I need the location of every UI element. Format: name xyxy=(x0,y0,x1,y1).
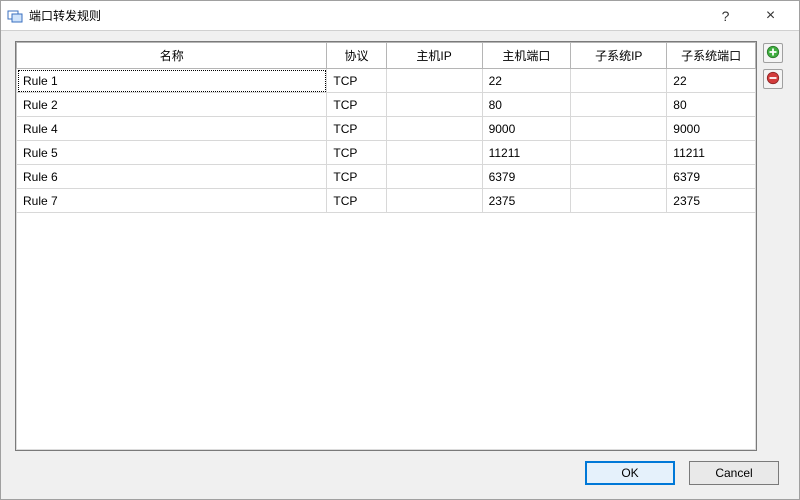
content-area: 名称 协议 主机IP 主机端口 子系统IP 子系统端口 Rule 1TCP222… xyxy=(1,31,799,457)
table-row[interactable]: Rule 6TCP 6379 6379 xyxy=(17,165,756,189)
cell-protocol[interactable]: TCP xyxy=(327,141,386,165)
table-header-row: 名称 协议 主机IP 主机端口 子系统IP 子系统端口 xyxy=(17,43,756,69)
cell-sub_ip[interactable] xyxy=(571,117,667,141)
cell-sub_port[interactable]: 11211 xyxy=(667,141,756,165)
cell-sub_ip[interactable] xyxy=(571,141,667,165)
add-rule-button[interactable] xyxy=(763,43,783,63)
table-row[interactable]: Rule 7TCP 2375 2375 xyxy=(17,189,756,213)
col-sub-ip[interactable]: 子系统IP xyxy=(571,43,667,69)
dialog-footer: OK Cancel xyxy=(1,457,799,499)
cell-host_ip[interactable] xyxy=(386,69,482,93)
cell-sub_port[interactable]: 80 xyxy=(667,93,756,117)
cell-host_port[interactable]: 22 xyxy=(482,69,571,93)
table-row[interactable]: Rule 2TCP 80 80 xyxy=(17,93,756,117)
cell-host_ip[interactable] xyxy=(386,189,482,213)
cell-sub_ip[interactable] xyxy=(571,189,667,213)
cell-name[interactable]: Rule 7 xyxy=(17,189,327,213)
dialog-window: 端口转发规则 ? × 名称 协议 主机IP 主机端口 子系 xyxy=(0,0,800,500)
ok-button[interactable]: OK xyxy=(585,461,675,485)
col-name[interactable]: 名称 xyxy=(17,43,327,69)
cell-protocol[interactable]: TCP xyxy=(327,117,386,141)
table-row[interactable]: Rule 1TCP 22 22 xyxy=(17,69,756,93)
col-protocol[interactable]: 协议 xyxy=(327,43,386,69)
remove-rule-icon xyxy=(766,71,780,88)
cell-protocol[interactable]: TCP xyxy=(327,165,386,189)
cell-sub_port[interactable]: 22 xyxy=(667,69,756,93)
cell-name[interactable]: Rule 2 xyxy=(17,93,327,117)
cell-host_port[interactable]: 9000 xyxy=(482,117,571,141)
cell-sub_ip[interactable] xyxy=(571,69,667,93)
cell-host_port[interactable]: 2375 xyxy=(482,189,571,213)
cell-name[interactable]: Rule 4 xyxy=(17,117,327,141)
close-icon: × xyxy=(766,7,775,25)
cell-name[interactable]: Rule 1 xyxy=(17,69,327,93)
side-toolbar xyxy=(763,41,785,451)
cell-protocol[interactable]: TCP xyxy=(327,69,386,93)
cell-protocol[interactable]: TCP xyxy=(327,93,386,117)
col-sub-port[interactable]: 子系统端口 xyxy=(667,43,756,69)
cell-host_port[interactable]: 6379 xyxy=(482,165,571,189)
cell-sub_port[interactable]: 2375 xyxy=(667,189,756,213)
cell-host_ip[interactable] xyxy=(386,93,482,117)
remove-rule-button[interactable] xyxy=(763,69,783,89)
cell-protocol[interactable]: TCP xyxy=(327,189,386,213)
cell-host_ip[interactable] xyxy=(386,141,482,165)
cell-sub_port[interactable]: 9000 xyxy=(667,117,756,141)
cell-host_port[interactable]: 80 xyxy=(482,93,571,117)
cancel-button[interactable]: Cancel xyxy=(689,461,779,485)
table-row[interactable]: Rule 4TCP 9000 9000 xyxy=(17,117,756,141)
cell-host_ip[interactable] xyxy=(386,165,482,189)
col-host-port[interactable]: 主机端口 xyxy=(482,43,571,69)
cell-host_ip[interactable] xyxy=(386,117,482,141)
rules-table[interactable]: 名称 协议 主机IP 主机端口 子系统IP 子系统端口 Rule 1TCP222… xyxy=(16,42,756,213)
window-title: 端口转发规则 xyxy=(29,7,703,24)
col-host-ip[interactable]: 主机IP xyxy=(386,43,482,69)
app-icon xyxy=(7,8,23,24)
cell-sub_port[interactable]: 6379 xyxy=(667,165,756,189)
help-icon: ? xyxy=(722,8,730,24)
cell-sub_ip[interactable] xyxy=(571,165,667,189)
table-row[interactable]: Rule 5TCP 11211 11211 xyxy=(17,141,756,165)
close-button[interactable]: × xyxy=(748,1,793,31)
cell-name[interactable]: Rule 6 xyxy=(17,165,327,189)
add-rule-icon xyxy=(766,45,780,62)
cell-host_port[interactable]: 11211 xyxy=(482,141,571,165)
cell-sub_ip[interactable] xyxy=(571,93,667,117)
cell-name[interactable]: Rule 5 xyxy=(17,141,327,165)
help-button[interactable]: ? xyxy=(703,1,748,31)
titlebar: 端口转发规则 ? × xyxy=(1,1,799,31)
rules-table-frame: 名称 协议 主机IP 主机端口 子系统IP 子系统端口 Rule 1TCP222… xyxy=(15,41,757,451)
